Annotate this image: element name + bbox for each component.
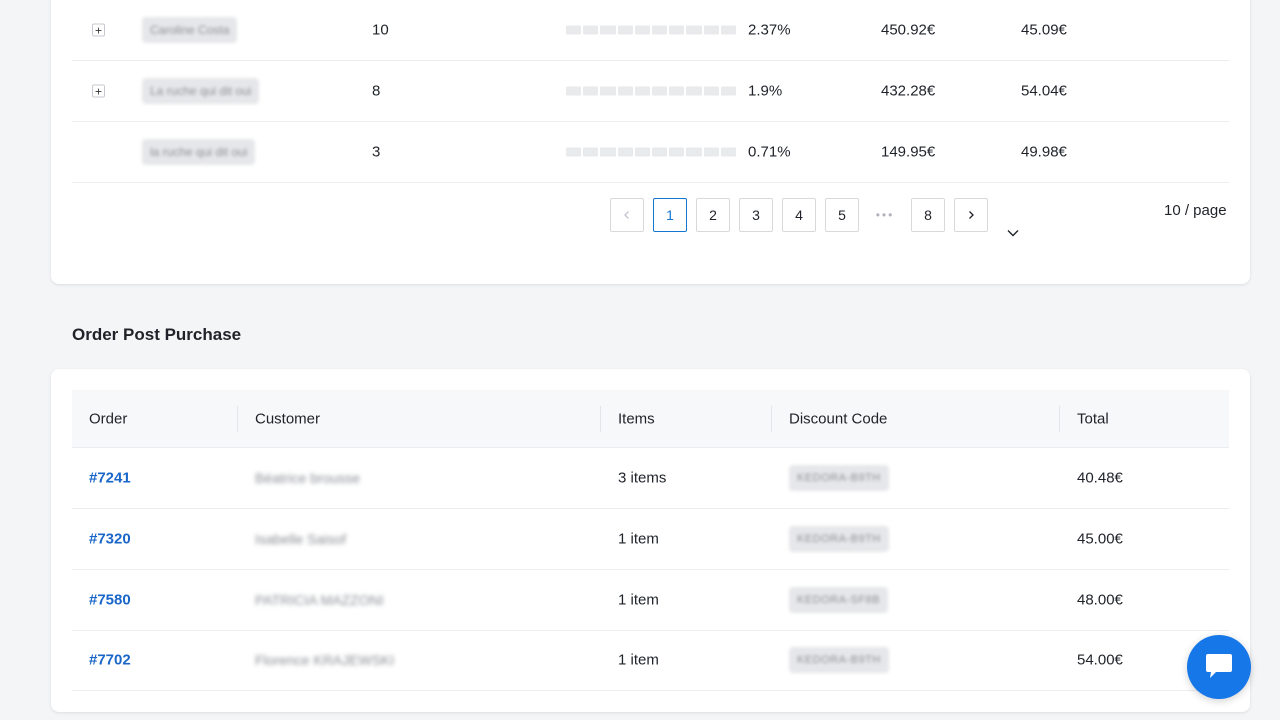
share-bar — [566, 147, 737, 157]
page-button-3[interactable]: 3 — [739, 198, 773, 232]
discount-code: KEDORA-B9TH — [789, 465, 889, 491]
customer-name: Béatrice brousse — [255, 470, 361, 486]
prev-page-button[interactable] — [610, 198, 644, 232]
page-button-5[interactable]: 5 — [825, 198, 859, 232]
discount-code: KEDORA-B9TH — [789, 647, 889, 673]
table-header: Order Customer Items Discount Code Total — [72, 390, 1229, 448]
affiliate-average: 49.98€ — [1021, 143, 1067, 161]
order-total: 40.48€ — [1077, 469, 1123, 487]
affiliate-count: 3 — [372, 143, 381, 161]
section-title: Order Post Purchase — [72, 325, 242, 344]
chevron-left-icon — [624, 211, 629, 219]
discount-code: KEDORA-SF8B — [789, 587, 889, 613]
share-bar — [566, 86, 737, 96]
column-divider — [600, 406, 601, 432]
page-button-8[interactable]: 8 — [911, 198, 945, 232]
item-count: 1 item — [618, 530, 659, 548]
order-total: 54.00€ — [1077, 651, 1123, 669]
chat-icon — [1206, 654, 1232, 678]
item-count: 1 item — [618, 591, 659, 609]
affiliate-percent: 1.9% — [748, 82, 783, 100]
affiliate-percent: 0.71% — [748, 143, 791, 161]
item-count: 3 items — [618, 469, 667, 487]
column-header-items: Items — [618, 410, 655, 427]
table-row: #7580 PATRICIA MAZZONI 1 item KEDORA-SF8… — [72, 570, 1229, 631]
order-link[interactable]: #7320 — [89, 531, 131, 548]
affiliate-average: 45.09€ — [1021, 21, 1067, 39]
affiliate-count: 10 — [372, 21, 389, 39]
share-bar — [566, 25, 737, 35]
order-link[interactable]: #7241 — [89, 470, 131, 487]
customer-name: PATRICIA MAZZONI — [255, 592, 384, 608]
order-total: 48.00€ — [1077, 591, 1123, 609]
expand-row-icon[interactable]: + — [92, 23, 105, 37]
table-row: #7320 Isabelle Saisof 1 item KEDORA-B9TH… — [72, 509, 1229, 570]
column-divider — [237, 406, 238, 432]
affiliate-average: 54.04€ — [1021, 82, 1067, 100]
affiliate-name: la ruche qui dit oui — [142, 139, 256, 165]
page-button-1[interactable]: 1 — [653, 198, 687, 232]
next-page-button[interactable] — [954, 198, 988, 232]
affiliate-total: 432.28€ — [881, 82, 936, 100]
column-header-customer: Customer — [255, 410, 321, 427]
chevron-down-icon[interactable] — [1006, 226, 1020, 240]
table-row: #7702 Florence KRAJEWSKI 1 item KEDORA-B… — [72, 630, 1229, 691]
page-button-2[interactable]: 2 — [696, 198, 730, 232]
column-header-order: Order — [89, 410, 128, 427]
affiliate-name: La ruche qui dit oui — [142, 78, 260, 104]
chevron-right-icon — [969, 211, 974, 219]
customer-name: Isabelle Saisof — [255, 531, 347, 547]
column-header-total: Total — [1077, 410, 1109, 427]
item-count: 1 item — [618, 651, 659, 669]
page-size-select[interactable]: 10 / page — [1164, 202, 1227, 219]
chat-button[interactable] — [1187, 635, 1251, 699]
order-total: 45.00€ — [1077, 530, 1123, 548]
affiliate-count: 8 — [372, 82, 381, 100]
page-button-4[interactable]: 4 — [782, 198, 816, 232]
page-ellipsis[interactable]: ••• — [868, 198, 902, 232]
pagination: 1 2 3 4 5 ••• 8 — [610, 198, 988, 232]
order-link[interactable]: #7702 — [89, 652, 131, 669]
order-link[interactable]: #7580 — [89, 592, 131, 609]
column-divider — [1059, 406, 1060, 432]
column-header-discount-code: Discount Code — [789, 410, 888, 427]
table-row: + Caroline Costa 10 2.37% 450.92€ 45.09€ — [72, 0, 1229, 61]
table-row: + La ruche qui dit oui 8 1.9% 432.28€ 54… — [72, 61, 1229, 122]
expand-row-icon[interactable]: + — [92, 84, 105, 98]
affiliate-total: 149.95€ — [881, 143, 936, 161]
affiliate-percent: 2.37% — [748, 21, 791, 39]
table-row: la ruche qui dit oui 3 0.71% 149.95€ 49.… — [72, 122, 1229, 183]
customer-name: Florence KRAJEWSKI — [255, 652, 395, 668]
affiliate-total: 450.92€ — [881, 21, 936, 39]
affiliate-name: Caroline Costa — [142, 17, 238, 43]
column-divider — [771, 406, 772, 432]
table-row: #7241 Béatrice brousse 3 items KEDORA-B9… — [72, 448, 1229, 509]
discount-code: KEDORA-B9TH — [789, 526, 889, 552]
